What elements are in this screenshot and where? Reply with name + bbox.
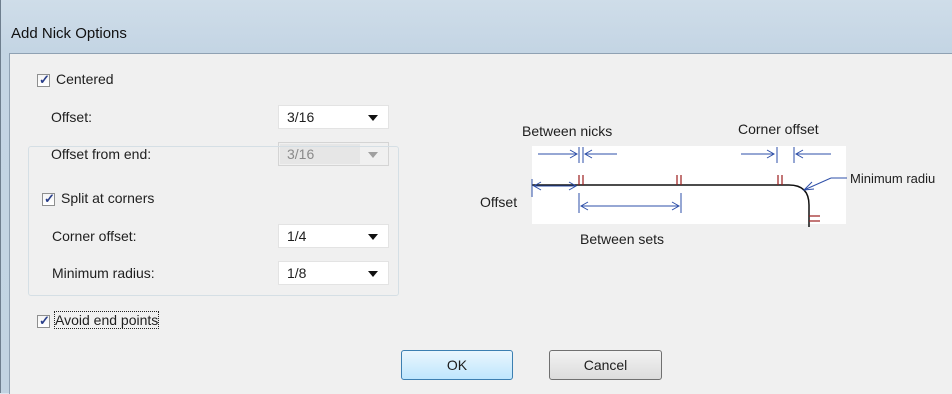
nick-marks	[578, 175, 820, 222]
between-sets-label: Between sets	[580, 231, 665, 247]
split-at-corners-checkbox[interactable]: ✓	[42, 191, 55, 206]
corner-offset-dropdown[interactable]: 1/4	[278, 224, 389, 248]
title-bar[interactable]: Add Nick Options	[1, 0, 952, 52]
offset-label: Offset:	[51, 109, 92, 125]
dialog-title: Add Nick Options	[11, 25, 127, 42]
ok-button[interactable]: OK	[401, 350, 513, 380]
minimum-radius-value: 1/8	[287, 265, 307, 281]
centered-checkbox[interactable]: ✓	[37, 72, 50, 87]
offset-diagram-label: Offset	[480, 194, 518, 210]
corner-offset-value: 1/4	[287, 228, 307, 244]
cancel-button[interactable]: Cancel	[549, 350, 662, 380]
checkmark-icon: ✓	[44, 191, 55, 206]
chevron-down-icon	[368, 234, 378, 240]
corner-offset-label: Corner offset:	[52, 228, 137, 244]
between-nicks-label: Between nicks	[522, 123, 613, 139]
centered-label[interactable]: Centered	[56, 71, 114, 87]
split-at-corners-label[interactable]: Split at corners	[61, 190, 154, 206]
offset-dropdown[interactable]: 3/16	[278, 105, 389, 129]
checkmark-icon: ✓	[39, 313, 50, 328]
chevron-down-icon	[368, 115, 378, 121]
avoid-end-points-label[interactable]: Avoid end points	[53, 311, 160, 329]
avoid-end-points-checkbox[interactable]: ✓	[37, 313, 50, 328]
minimum-radius-label: Minimum radius:	[52, 265, 155, 281]
checkmark-icon: ✓	[39, 72, 50, 87]
minimum-radius-diagram-label: Minimum radiu	[850, 171, 936, 186]
offset-value: 3/16	[287, 109, 315, 125]
minimum-radius-dropdown[interactable]: 1/8	[278, 261, 389, 285]
corner-offset-diagram-label: Corner offset	[738, 121, 819, 137]
chevron-down-icon	[368, 271, 378, 277]
